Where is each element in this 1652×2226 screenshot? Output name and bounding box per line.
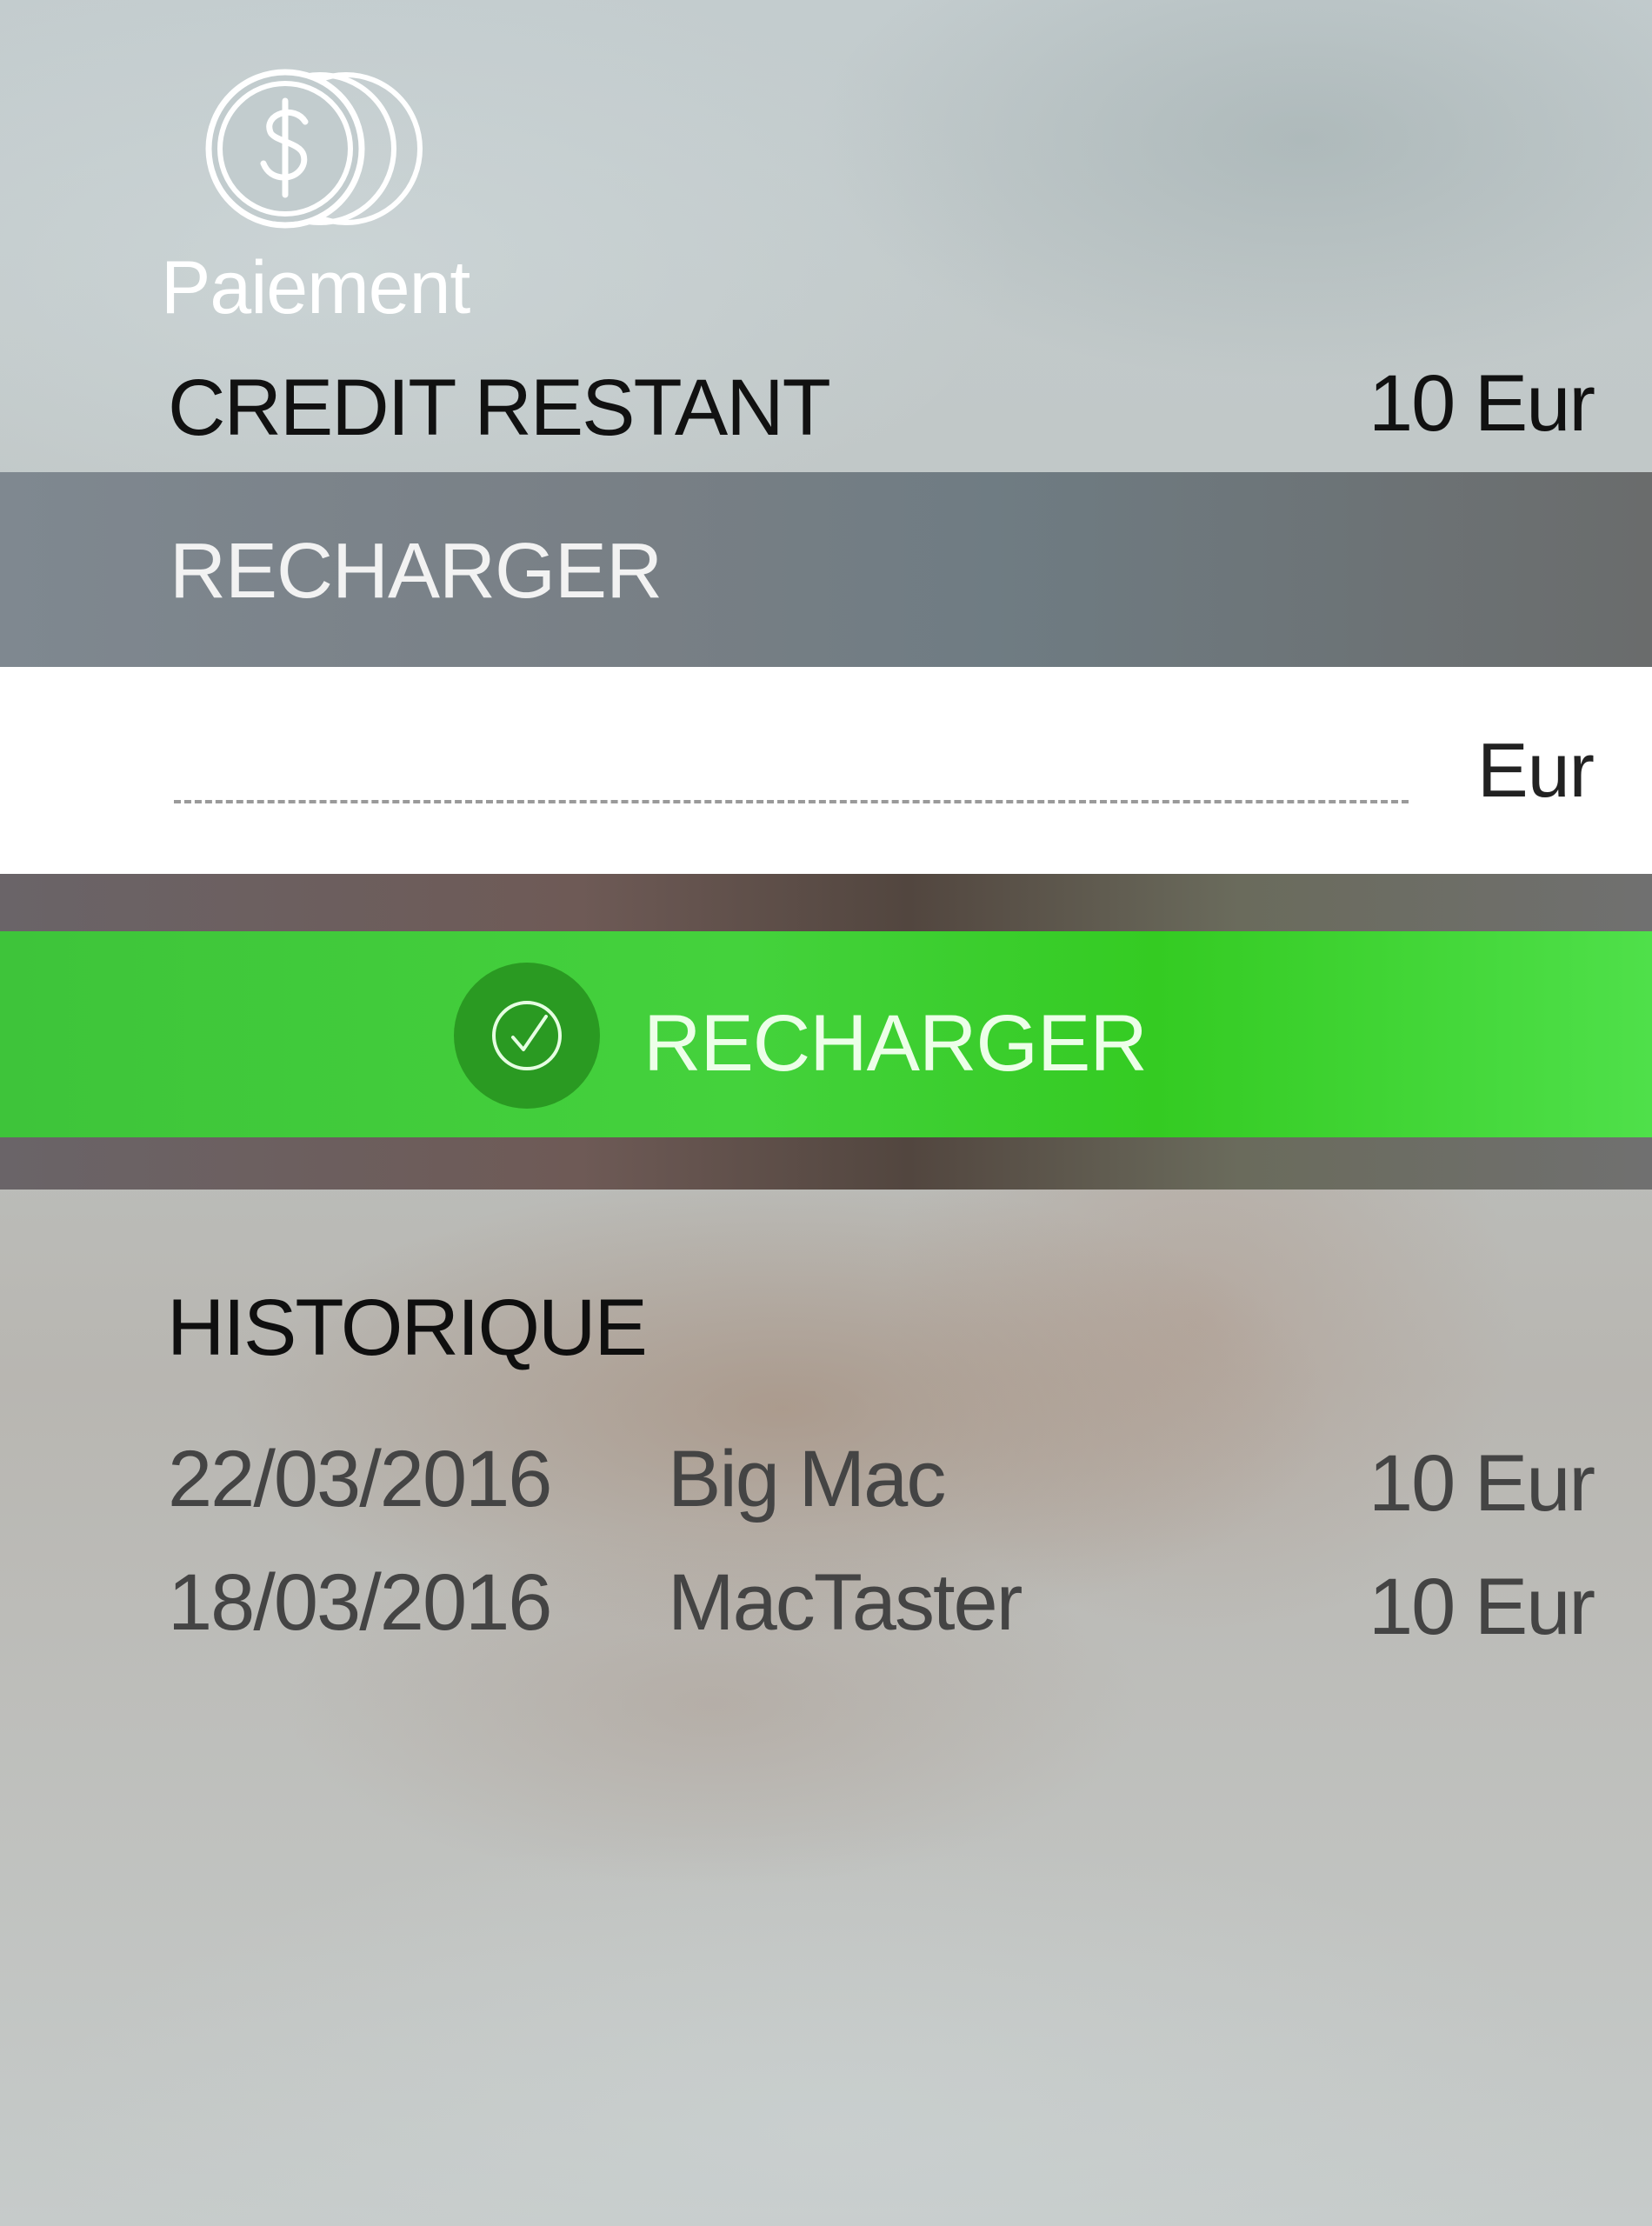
coins-dollar-icon [203,68,425,230]
history-amount: 10 Eur [1368,1563,1595,1651]
history-amount: 10 Eur [1368,1439,1595,1528]
history-row: 22/03/2016 Big Mac 10 Eur [0,1439,1652,1535]
history-item: Big Mac [668,1435,946,1523]
credit-value: 10 Eur [1368,359,1595,448]
history-row: 18/03/2016 MacTaster 10 Eur [0,1563,1652,1658]
history-item: MacTaster [668,1558,1023,1647]
history-title: HISTORIQUE [167,1283,648,1372]
divider-strip [0,874,1652,931]
recharge-section-label: RECHARGER [170,528,663,615]
amount-unit-label: Eur [1477,727,1595,813]
check-circle-icon[interactable] [454,963,600,1109]
divider-strip [0,1137,1652,1190]
history-date: 22/03/2016 [168,1435,552,1523]
recharge-button-label[interactable]: RECHARGER [643,1003,1148,1083]
credit-label: CREDIT RESTANT [168,363,831,452]
history-date: 18/03/2016 [168,1558,552,1647]
page-title: Paiement [161,246,470,330]
amount-input[interactable] [174,765,1409,803]
